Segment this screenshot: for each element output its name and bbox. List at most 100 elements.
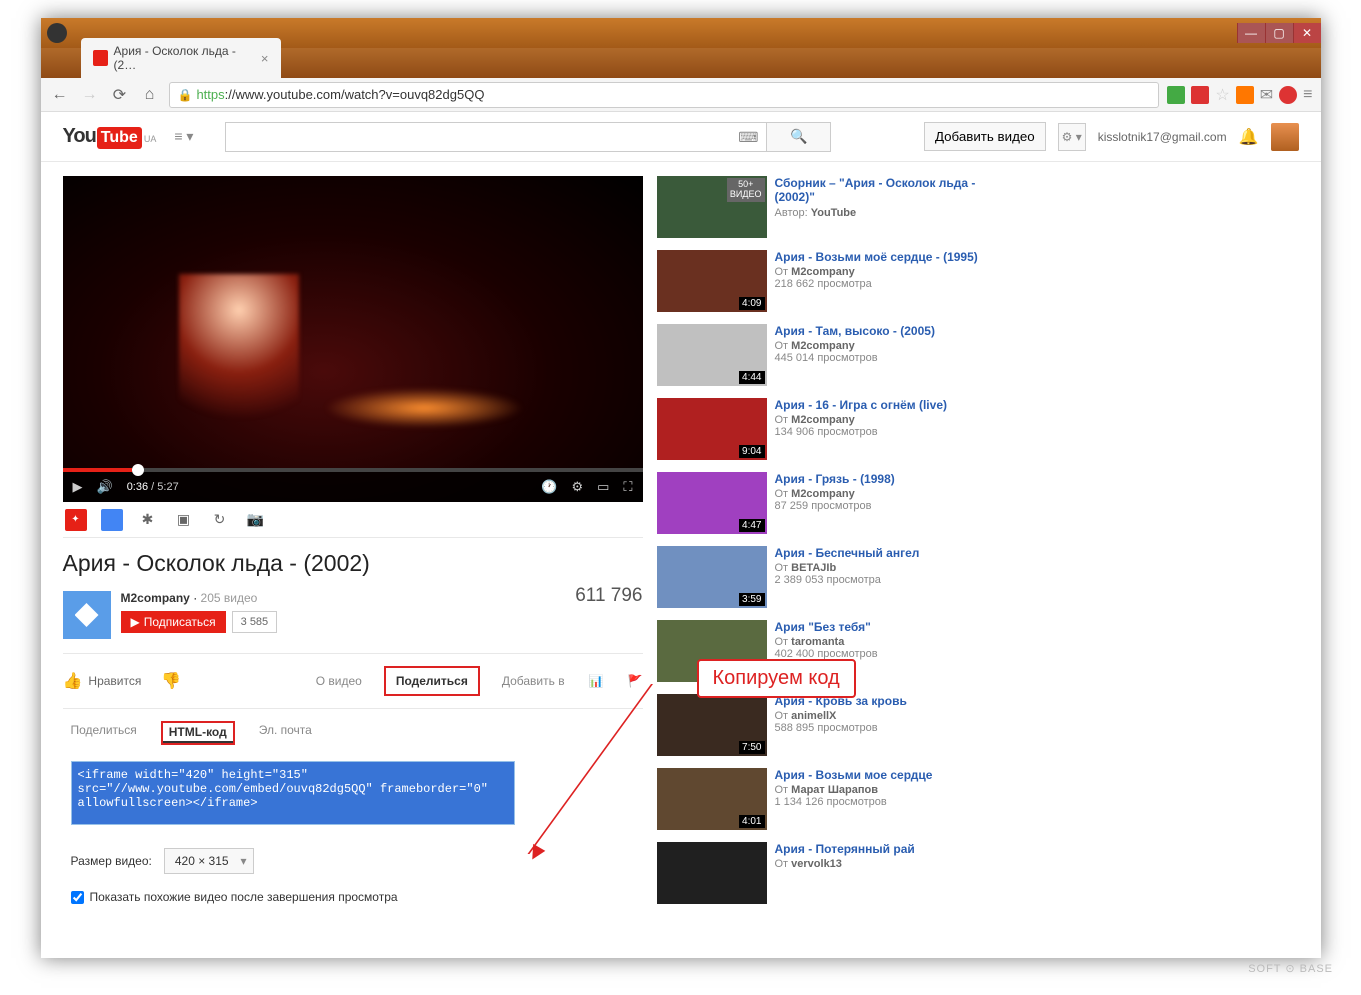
ext-icon[interactable] [1279, 86, 1297, 104]
share-subtabs: Поделиться HTML-код Эл. почта [63, 709, 643, 757]
search-box: ⌨ [225, 122, 767, 152]
related-title: Ария - Возьми моё сердце - (1995) [775, 250, 978, 264]
browser-tab[interactable]: Ария - Осколок льда - (2… × [81, 38, 281, 78]
url-field[interactable]: 🔒 https://www.youtube.com/watch?v=ouvq82… [169, 82, 1160, 108]
maximize-button[interactable]: ▢ [1265, 23, 1293, 43]
ext-icon[interactable] [1236, 86, 1254, 104]
minimize-button[interactable]: — [1237, 23, 1265, 43]
url-path: ://www.youtube.com/watch?v=ouvq82dg5QQ [225, 87, 485, 102]
user-avatar[interactable] [1271, 123, 1299, 151]
bookmark-icon[interactable]: ☆ [1215, 85, 1229, 105]
related-video[interactable]: 50+ВИДЕОСборник – "Ария - Осколок льда -… [657, 176, 983, 238]
action-icon[interactable]: ✦ [65, 509, 87, 531]
keyboard-icon[interactable]: ⌨ [738, 129, 758, 146]
play-button[interactable]: ▶ [73, 479, 83, 495]
subscribe-button[interactable]: ▶ Подписаться [121, 611, 226, 633]
ext-icon[interactable] [1167, 86, 1185, 104]
settings-button[interactable]: ⚙ ▾ [1058, 123, 1086, 151]
progress-bar[interactable] [63, 468, 643, 472]
meta-tabs: 👍 Нравится 👎 О видео Поделиться Добавить… [63, 654, 643, 709]
logo-tube: Tube [97, 127, 142, 149]
action-icon[interactable]: 📷 [245, 509, 267, 531]
bell-icon[interactable]: 🔔 [1239, 127, 1259, 147]
progress-knob[interactable] [132, 464, 144, 476]
menu-icon[interactable]: ≡ [1303, 86, 1312, 104]
related-title: Ария - Потерянный рай [775, 842, 915, 856]
reload-button[interactable]: ⟳ [109, 84, 131, 106]
related-title: Ария "Без тебя" [775, 620, 878, 634]
mail-icon[interactable]: ✉ [1260, 85, 1273, 105]
related-video[interactable]: 3:59Ария - Беспечный ангелОт BETAJIb2 38… [657, 546, 983, 608]
forward-button[interactable]: → [79, 84, 101, 106]
flag-icon[interactable]: 🚩 [628, 674, 643, 688]
user-email[interactable]: kisslotnik17@gmail.com [1098, 130, 1227, 144]
related-video[interactable]: 9:04Ария - 16 - Игра с огнём (live)От M2… [657, 398, 983, 460]
youtube-favicon [93, 50, 108, 66]
tab-share[interactable]: Поделиться [386, 668, 478, 694]
logo-you: You [63, 125, 96, 148]
show-related-checkbox[interactable] [71, 891, 84, 904]
action-icon[interactable]: ▣ [173, 509, 195, 531]
volume-button[interactable]: 🔊 [97, 479, 113, 495]
upload-button[interactable]: Добавить видео [924, 122, 1046, 151]
related-title: Сборник – "Ария - Осколок льда - (2002)" [775, 176, 983, 205]
size-select[interactable]: 420 × 315 [164, 848, 254, 874]
subtab-embed[interactable]: HTML-код [163, 723, 233, 743]
embed-code-box[interactable] [71, 761, 515, 825]
stats-icon[interactable]: 📊 [589, 674, 604, 688]
theater-icon[interactable]: ▭ [597, 479, 609, 495]
related-thumbnail: 9:04 [657, 398, 767, 460]
video-title: Ария - Осколок льда - (2002) [63, 538, 643, 585]
home-button[interactable]: ⌂ [139, 84, 161, 106]
duration-badge: 4:44 [739, 371, 764, 384]
back-button[interactable]: ← [49, 84, 71, 106]
tab-addto[interactable]: Добавить в [502, 674, 565, 688]
related-video[interactable]: 4:44Ария - Там, высоко - (2005)От M2comp… [657, 324, 983, 386]
fullscreen-icon[interactable]: ⛶ [623, 479, 632, 495]
guide-button[interactable]: ≡ ▾ [174, 128, 193, 145]
dislike-button[interactable]: 👎 [161, 671, 181, 691]
tab-about[interactable]: О видео [316, 674, 362, 688]
channel-avatar[interactable] [63, 591, 111, 639]
action-icon[interactable]: ↻ [209, 509, 231, 531]
action-row: ✦ ✱ ▣ ↻ 📷 [63, 502, 643, 538]
watermark: SOFT ⊙ BASE [1248, 962, 1333, 975]
related-thumbnail: 4:09 [657, 250, 767, 312]
related-author: Автор: YouTube [775, 207, 983, 219]
action-icon[interactable] [101, 509, 123, 531]
search-button[interactable]: 🔍 [767, 122, 831, 152]
annotation-callout: Копируем код [697, 659, 856, 698]
related-author: От M2company [775, 266, 978, 278]
lock-icon: 🔒 [178, 88, 193, 102]
duration-badge: 9:04 [739, 445, 764, 458]
video-player[interactable]: ▶ 🔊 0:36 / 5:27 🕐 ⚙ ▭ ⛶ [63, 176, 643, 502]
related-author: От animellX [775, 710, 907, 722]
settings-icon[interactable]: ⚙ [571, 479, 583, 495]
action-icon[interactable]: ✱ [137, 509, 159, 531]
progress-fill [63, 468, 133, 472]
tab-close-icon[interactable]: × [261, 51, 269, 66]
ext-icon[interactable] [1191, 86, 1209, 104]
related-thumbnail: 3:59 [657, 546, 767, 608]
watch-later-icon[interactable]: 🕐 [541, 479, 557, 495]
related-author: От M2company [775, 340, 935, 352]
channel-video-count: 205 видео [201, 591, 258, 605]
related-views: 134 906 просмотров [775, 426, 948, 438]
related-author: От vervolk13 [775, 858, 915, 870]
related-title: Ария - Возьми мое сердце [775, 768, 933, 782]
channel-name[interactable]: M2company [121, 591, 190, 605]
duration-badge: 4:01 [739, 815, 764, 828]
search-input[interactable] [226, 123, 766, 151]
subtab-share[interactable]: Поделиться [71, 723, 137, 743]
related-video[interactable]: 4:47Ария - Грязь - (1998)От M2company87 … [657, 472, 983, 534]
related-author: От BETAJIb [775, 562, 920, 574]
like-button[interactable]: 👍 [63, 671, 83, 691]
related-video[interactable]: Ария - Потерянный рай От vervolk13 [657, 842, 983, 904]
related-title: Ария - 16 - Игра с огнём (live) [775, 398, 948, 412]
close-window-button[interactable]: ✕ [1293, 23, 1321, 43]
related-video[interactable]: 4:09 Ария - Возьми моё сердце - (1995) От … [657, 250, 983, 312]
youtube-header: You Tube UA ≡ ▾ ⌨ 🔍 Добавить видео ⚙ ▾ k… [41, 112, 1321, 162]
url-protocol: https [196, 87, 224, 102]
subtab-email[interactable]: Эл. почта [259, 723, 312, 743]
youtube-logo[interactable]: You Tube UA [63, 125, 157, 149]
